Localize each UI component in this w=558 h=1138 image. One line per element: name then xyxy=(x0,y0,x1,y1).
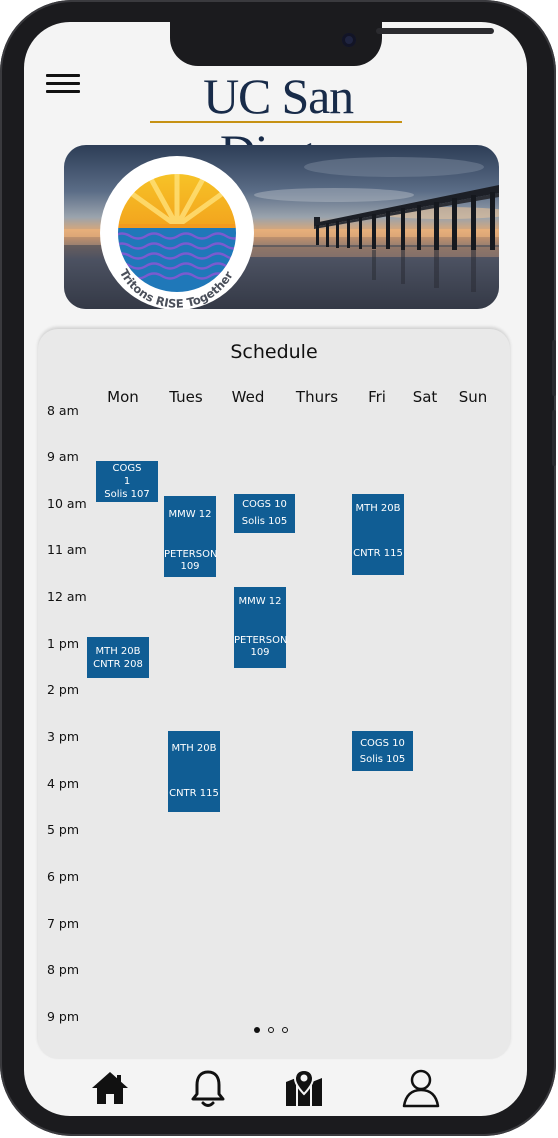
schedule-card: Schedule Mon Tues Wed Thurs Fri Sat Sun … xyxy=(38,329,510,1059)
day-header: Mon xyxy=(107,388,139,406)
hour-label: 8 pm xyxy=(47,962,80,977)
class-block-mth20b[interactable]: MTH 20B CNTR 208 xyxy=(87,637,149,678)
page-dot-active[interactable] xyxy=(254,1027,260,1033)
day-header: Wed xyxy=(231,388,265,406)
camera-icon xyxy=(342,33,356,47)
hour-label: 10 am xyxy=(47,496,87,511)
hour-label: 7 pm xyxy=(47,916,80,931)
class-block-cogs1[interactable]: COGS 1 Solis 107 xyxy=(96,461,158,502)
hour-label: 1 pm xyxy=(47,636,80,651)
hour-label: 4 pm xyxy=(47,776,80,791)
class-block-cogs10[interactable]: COGS 10 Solis 105 xyxy=(352,731,413,771)
hour-label: 8 am xyxy=(47,403,79,418)
hour-label: 2 pm xyxy=(47,682,80,697)
day-header: Tues xyxy=(169,388,203,406)
page-indicator[interactable] xyxy=(252,1026,302,1036)
page-dot[interactable] xyxy=(268,1027,274,1033)
hour-label: 9 pm xyxy=(47,1009,80,1024)
class-block-mmw12[interactable]: MMW 12 PETERSON 109 xyxy=(164,496,217,577)
hour-label: 6 pm xyxy=(47,869,80,884)
user-icon[interactable] xyxy=(399,1066,443,1110)
menu-icon[interactable] xyxy=(46,72,82,96)
page-dot[interactable] xyxy=(282,1027,288,1033)
hour-label: 3 pm xyxy=(47,729,80,744)
schedule-title: Schedule xyxy=(230,341,318,363)
class-block-mth20b[interactable]: MTH 20B CNTR 115 xyxy=(352,494,404,575)
pier-sunset-illustration: Tritons RISE Together xyxy=(64,156,499,309)
class-block-mmw12[interactable]: MMW 12 PETERSON 109 xyxy=(234,587,287,668)
bell-icon[interactable] xyxy=(186,1066,230,1110)
volume-button xyxy=(552,410,556,466)
class-block-mth20b[interactable]: MTH 20B CNTR 115 xyxy=(168,731,220,812)
volume-button xyxy=(552,340,556,396)
app-screen: UC San Diego xyxy=(24,22,527,1116)
banner-image: Tritons RISE Together xyxy=(64,145,499,309)
bottom-nav xyxy=(24,1062,527,1116)
uc-san-diego-logo[interactable]: UC San Diego xyxy=(148,68,408,180)
hour-label: 12 am xyxy=(47,589,87,604)
phone-frame: UC San Diego xyxy=(0,0,556,1136)
class-block-cogs10[interactable]: COGS 10 Solis 105 xyxy=(234,494,295,533)
logo-underline xyxy=(150,121,402,123)
day-header: Thurs xyxy=(295,388,339,406)
speaker xyxy=(376,28,494,34)
hour-label: 11 am xyxy=(47,542,87,557)
day-header: Sat xyxy=(412,388,438,406)
day-header: Sun xyxy=(458,388,488,406)
hour-label: 5 pm xyxy=(47,822,80,837)
notch xyxy=(170,22,494,66)
map-pin-icon[interactable] xyxy=(282,1066,326,1110)
day-header: Fri xyxy=(368,388,386,406)
home-icon[interactable] xyxy=(88,1066,132,1110)
hour-label: 9 am xyxy=(47,449,79,464)
